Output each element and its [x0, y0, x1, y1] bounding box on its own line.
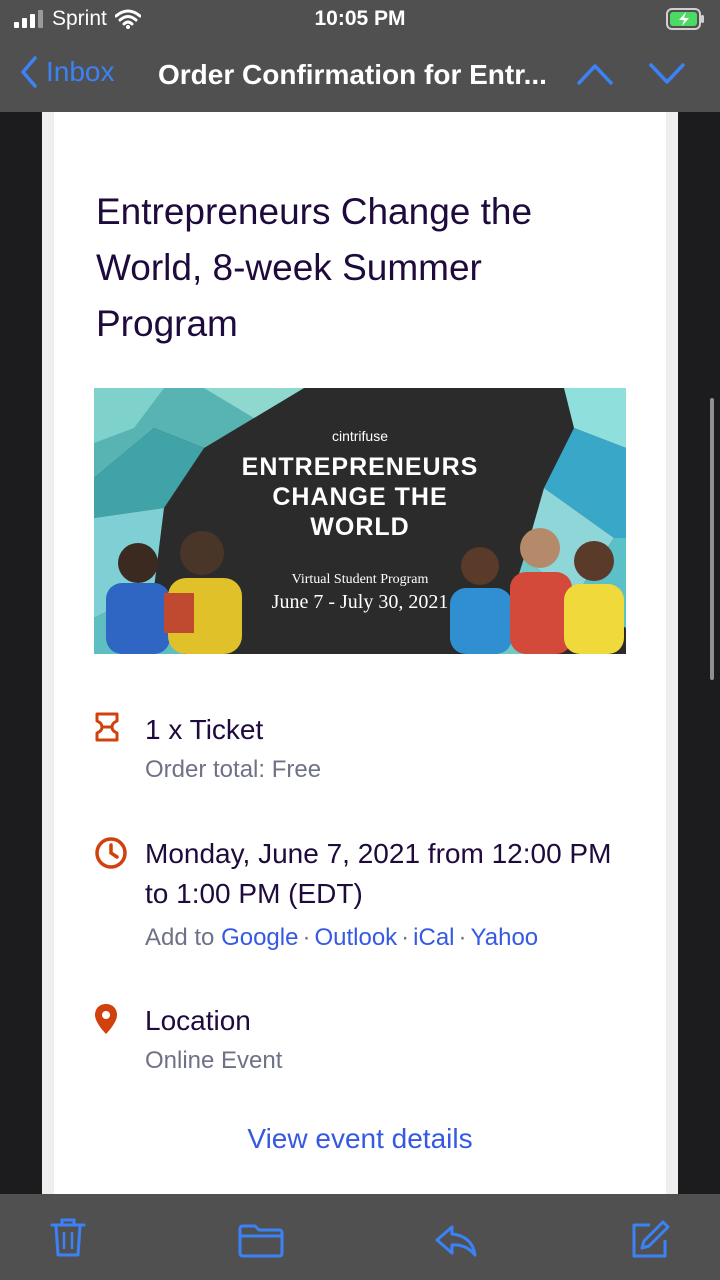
add-to-label: Add to	[145, 924, 215, 951]
inbox-back-button[interactable]: Inbox	[20, 56, 115, 88]
calendar-link-outlook[interactable]: Outlook	[314, 924, 397, 951]
next-email-button[interactable]	[648, 62, 686, 91]
banner-headline: ENTREPRENEURS CHANGE THE WORLD	[94, 452, 626, 542]
banner-headline-line: ENTREPRENEURS	[241, 453, 479, 481]
chevron-down-icon	[649, 63, 685, 84]
reply-icon	[435, 1225, 477, 1257]
location-value: Online Event	[145, 1047, 283, 1074]
clock-icon	[94, 836, 128, 875]
ticket-quantity: 1 x Ticket	[145, 714, 264, 745]
status-bar: Sprint 10:05 PM	[0, 0, 720, 40]
email-viewport[interactable]: Entrepreneurs Change the World, 8-week S…	[0, 112, 720, 1194]
event-banner-image[interactable]: cintrifuse ENTREPRENEURS CHANGE THE WORL…	[94, 388, 626, 654]
email-background: Entrepreneurs Change the World, 8-week S…	[42, 112, 678, 1194]
chevron-left-icon	[21, 56, 37, 88]
scroll-indicator	[710, 398, 714, 680]
banner-brand: cintrifuse	[331, 428, 389, 444]
banner-headline-line: WORLD	[310, 513, 410, 541]
move-to-folder-button[interactable]	[238, 1224, 284, 1263]
trash-button[interactable]	[50, 1218, 86, 1263]
back-label: Inbox	[46, 56, 115, 87]
mail-app: Sprint 10:05 PM Inbox Order Confirmation…	[0, 0, 720, 1280]
compose-button[interactable]	[630, 1220, 670, 1265]
navigation-bar: Inbox Order Confirmation for Entr...	[0, 40, 720, 112]
separator-dot: ·	[401, 924, 410, 951]
compose-icon	[632, 1220, 670, 1258]
banner-dates: June 7 - July 30, 2021	[271, 591, 449, 613]
clock-time: 10:05 PM	[314, 7, 406, 30]
calendar-link-google[interactable]: Google	[221, 924, 298, 951]
calendar-link-yahoo[interactable]: Yahoo	[471, 924, 539, 951]
banner-headline-line: CHANGE THE	[272, 483, 448, 511]
calendar-link-ical[interactable]: iCal	[413, 924, 454, 951]
location-pin-icon	[94, 1003, 118, 1040]
add-to-calendar: Add to Google · Outlook · iCal · Yahoo	[145, 924, 538, 952]
email-subject-title: Order Confirmation for Entr...	[158, 59, 547, 90]
separator-dot: ·	[458, 924, 467, 951]
battery-icon	[666, 8, 706, 35]
datetime-row: Monday, June 7, 2021 from 12:00 PM to 1:…	[94, 834, 634, 964]
folder-icon	[238, 1224, 284, 1258]
previous-email-button[interactable]	[576, 62, 614, 91]
view-event-details-link[interactable]: View event details	[54, 1123, 666, 1155]
event-heading: Entrepreneurs Change the World, 8-week S…	[96, 191, 533, 344]
ticket-icon	[94, 712, 120, 747]
order-total: Order total: Free	[145, 756, 322, 783]
bottom-toolbar	[0, 1194, 720, 1280]
ticket-row: 1 x Ticket Order total: Free	[94, 710, 634, 790]
trash-icon	[50, 1218, 86, 1257]
banner-subtitle: Virtual Student Program	[291, 572, 429, 587]
email-card: Entrepreneurs Change the World, 8-week S…	[54, 112, 666, 1194]
event-datetime: Monday, June 7, 2021 from 12:00 PM to 1:…	[145, 838, 612, 909]
separator-dot: ·	[302, 924, 311, 951]
location-title: Location	[145, 1005, 251, 1036]
chevron-up-icon	[577, 64, 613, 85]
location-row: Location Online Event	[94, 1001, 634, 1081]
reply-button[interactable]	[434, 1224, 478, 1263]
